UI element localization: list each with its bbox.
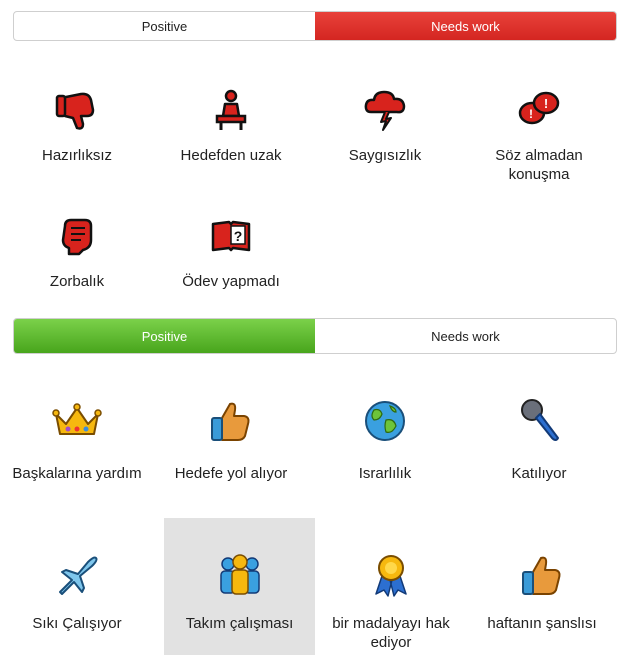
behavior-label: bir madalyayı hak ediyor <box>332 615 450 651</box>
svg-text:!: ! <box>544 96 548 111</box>
crown-icon <box>52 403 102 435</box>
behavior-label: Saygısızlık <box>348 147 422 164</box>
needs-work-tab[interactable]: Needs work <box>315 12 616 40</box>
behavior-tile[interactable]: Hazırlıksız <box>0 88 154 208</box>
behavior-label: Sıkı Çalışıyor <box>32 615 122 632</box>
positive-tab[interactable]: Positive <box>14 319 315 353</box>
behavior-tile[interactable]: Israrlılık <box>308 398 462 518</box>
behavior-label: Katılıyor <box>511 465 567 482</box>
thumbs-up-icon <box>211 402 250 441</box>
behavior-tile[interactable]: Zorbalık <box>0 214 154 304</box>
behavior-tile[interactable]: Hedefden uzak <box>154 88 308 208</box>
behavior-tile[interactable]: Başkalarına yardım <box>0 398 154 518</box>
behavior-tile[interactable]: ! ! Söz almadan konuşma <box>462 88 616 208</box>
globe-icon <box>365 401 405 441</box>
behavior-tile[interactable]: ? Ödev yapmadı <box>154 214 308 304</box>
behavior-tile-selected[interactable]: Takım çalışması <box>164 518 315 655</box>
thumbs-down-icon <box>55 92 95 130</box>
top-toggle: Positive Needs work <box>13 11 617 41</box>
medal-ribbon-icon <box>375 555 407 597</box>
behavior-label: Ödev yapmadı <box>182 273 280 290</box>
behavior-tile[interactable]: Katılıyor <box>462 398 616 518</box>
behavior-label: Hedefe yol alıyor <box>174 465 288 482</box>
needs-work-tab[interactable]: Needs work <box>315 319 616 353</box>
thumbs-up-icon <box>522 556 561 595</box>
behavior-tile[interactable]: bir madalyayı hak ediyor <box>316 522 466 655</box>
microphone-icon <box>521 399 559 441</box>
svg-text:!: ! <box>529 107 533 121</box>
behavior-label: Söz almadan konuşma <box>495 147 583 183</box>
behavior-label: Hedefden uzak <box>180 147 282 164</box>
behavior-label: Takım çalışması <box>185 615 294 632</box>
question-book-icon: ? <box>211 220 251 252</box>
behavior-tile[interactable]: Saygısızlık <box>308 88 462 208</box>
person-at-desk-icon <box>215 89 247 130</box>
behavior-tile[interactable]: haftanın şanslısı <box>466 522 618 655</box>
behavior-label: Zorbalık <box>49 273 105 290</box>
behavior-label: Israrlılık <box>358 465 412 482</box>
fist-icon <box>61 218 93 256</box>
behavior-label: Başkalarına yardım <box>12 465 142 482</box>
svg-text:?: ? <box>234 228 243 244</box>
speech-bubbles-icon: ! ! <box>518 91 560 125</box>
storm-cloud-icon <box>364 90 406 131</box>
airplane-icon <box>59 556 98 595</box>
behavior-label: haftanın şanslısı <box>487 615 597 632</box>
positive-tab[interactable]: Positive <box>14 12 315 40</box>
behavior-tile[interactable]: Hedefe yol alıyor <box>154 398 308 518</box>
behavior-tile[interactable]: Sıkı Çalışıyor <box>0 522 154 655</box>
team-icon <box>219 554 260 595</box>
behavior-label: Hazırlıksız <box>41 147 112 164</box>
bottom-toggle: Positive Needs work <box>13 318 617 354</box>
